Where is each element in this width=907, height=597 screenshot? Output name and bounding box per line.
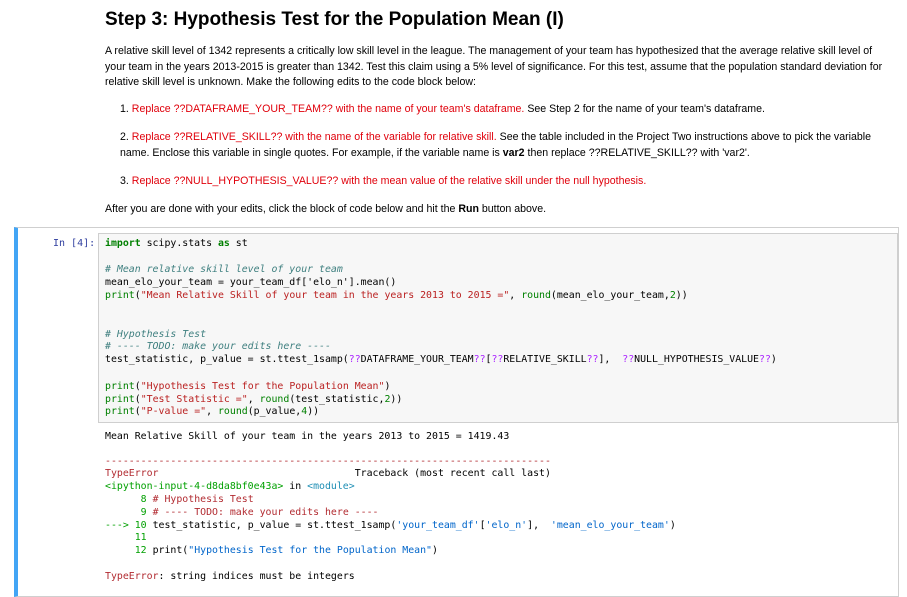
in-word: in	[283, 481, 308, 492]
code-line-8: # Hypothesis Test	[105, 329, 207, 340]
line-text: test_statistic, p_value = st.ttest_1samp…	[146, 520, 397, 531]
line-text: # Hypothesis Test	[152, 494, 254, 505]
list-item-red-text: Replace ??DATAFRAME_YOUR_TEAM?? with the…	[131, 103, 525, 115]
string-literal: 'mean_elo_your_team'	[550, 520, 670, 531]
line-number: 8	[140, 494, 147, 505]
module-ref: <module>	[307, 481, 355, 492]
error-message: TypeError: string indices must be intege…	[105, 571, 355, 582]
line-text: # ---- TODO: make your edits here ----	[152, 507, 379, 518]
list-number: 3.	[120, 175, 129, 187]
list-item-red-text: Replace ??NULL_HYPOTHESIS_VALUE?? with t…	[131, 175, 647, 187]
list-item: 1. Replace ??DATAFRAME_YOUR_TEAM?? with …	[120, 102, 890, 118]
error-type: TypeError	[105, 468, 159, 479]
error-arrow: ---> 10	[105, 520, 147, 531]
line-number: 12	[134, 545, 147, 556]
stdout-line: Mean Relative Skill of your team in the …	[105, 431, 510, 442]
code-line-1: import scipy.stats as st	[105, 238, 248, 249]
code-line-10: test_statistic, p_value = st.ttest_1samp…	[105, 354, 777, 365]
code-line-12: print("Hypothesis Test for the Populatio…	[105, 381, 391, 392]
after-text: After you are done with your edits, clic…	[105, 203, 546, 215]
traceback-label: Traceback (most recent call last)	[354, 468, 551, 479]
line-number: 11	[134, 532, 147, 543]
cell-prompt: In [4]:	[53, 238, 96, 249]
list-number: 1.	[120, 103, 129, 115]
code-line-5: print("Mean Relative Skill of your team …	[105, 290, 688, 301]
bracket: ],	[527, 520, 551, 531]
list-number: 2.	[120, 131, 129, 143]
line-number: 9	[140, 507, 147, 518]
input-ref: <ipython-input-4-d8da8bf0e43a>	[105, 481, 284, 492]
list-item-red-text: Replace ??RELATIVE_SKILL?? with the name…	[131, 131, 497, 143]
traceback-line-8: 8 # Hypothesis Test	[105, 494, 254, 505]
list-item-text: See Step 2 for the name of your team's d…	[524, 103, 765, 115]
run-word: Run	[458, 203, 479, 215]
code-line-14: print("P-value =", round(p_value,4))	[105, 406, 320, 417]
after-text-pre: After you are done with your edits, clic…	[105, 203, 459, 215]
string-literal: 'your_team_df'	[396, 520, 480, 531]
code-line-9: # ---- TODO: make your edits here ----	[105, 341, 331, 352]
step-title: Step 3: Hypothesis Test for the Populati…	[105, 9, 564, 30]
string-literal: "Hypothesis Test for the Population Mean…	[188, 545, 433, 556]
traceback-dashes: ----------------------------------------…	[105, 456, 551, 467]
line-text: print(	[152, 545, 189, 556]
traceback-line-11: 11	[105, 532, 147, 543]
list-item: 2. Replace ??RELATIVE_SKILL?? with the n…	[120, 130, 890, 161]
code-line-4: mean_elo_your_team = your_team_df['elo_n…	[105, 277, 397, 288]
traceback-line-10: ---> 10 test_statistic, p_value = st.tte…	[105, 520, 676, 531]
after-text-post: button above.	[478, 203, 547, 215]
traceback-line-12: 12 print("Hypothesis Test for the Popula…	[105, 545, 438, 556]
paren: )	[669, 520, 676, 531]
list-item-text: then replace ??RELATIVE_SKILL?? with 'va…	[524, 146, 750, 159]
var-name-bold: var2	[502, 146, 525, 159]
list-item: 3. Replace ??NULL_HYPOTHESIS_VALUE?? wit…	[120, 174, 890, 190]
traceback-header: TypeError Traceback (most recent call la…	[105, 468, 551, 479]
code-line-13: print("Test Statistic =", round(test_sta…	[105, 394, 403, 405]
instructions-paragraph: A relative skill level of 1342 represent…	[105, 45, 883, 89]
paren: )	[432, 545, 438, 556]
traceback-location: <ipython-input-4-d8da8bf0e43a> in <modul…	[105, 481, 355, 492]
error-text: : string indices must be integers	[158, 571, 355, 582]
string-literal: 'elo_n'	[485, 520, 528, 531]
code-line-3: # Mean relative skill level of your team	[105, 264, 343, 275]
error-type: TypeError	[105, 571, 159, 582]
traceback-line-9: 9 # ---- TODO: make your edits here ----	[105, 507, 379, 518]
